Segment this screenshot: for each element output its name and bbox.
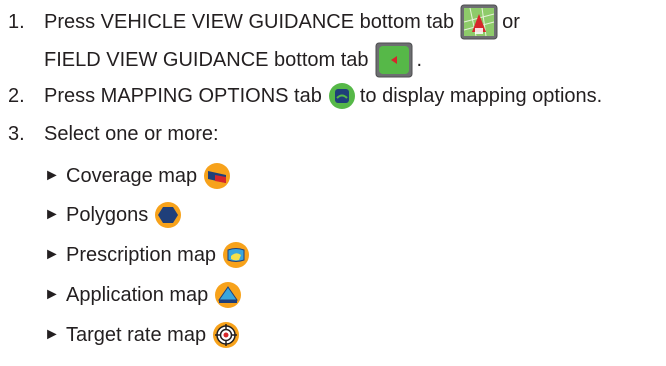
bullet-arrow: ►: [44, 326, 60, 343]
step-1: 1. Press VEHICLE VIEW GUIDANCE bottom ta…: [0, 4, 520, 40]
step-text-suffix: .: [416, 49, 423, 71]
field-view-guidance-tab-icon: [375, 42, 413, 78]
step-number: 1.: [8, 11, 25, 33]
target-rate-map-icon: [212, 321, 240, 349]
bullet-arrow: ►: [44, 286, 60, 303]
vehicle-view-guidance-tab-icon: [460, 4, 498, 40]
application-map-icon: [214, 281, 242, 309]
step-text: Press VEHICLE VIEW GUIDANCE bottom tab: [44, 11, 455, 33]
mapping-options-tab-icon: [328, 82, 356, 110]
step-1-continued: FIELD VIEW GUIDANCE bottom tab .: [44, 42, 422, 78]
option-target-rate-map: ► Target rate map: [44, 321, 244, 349]
option-label: Target rate map: [66, 324, 207, 346]
bullet-arrow: ►: [44, 246, 60, 263]
step-text: Press MAPPING OPTIONS tab: [44, 85, 322, 107]
step-3: 3. Select one or more:: [0, 122, 219, 146]
prescription-map-icon: [222, 241, 250, 269]
polygons-icon: [154, 201, 182, 229]
step-text: FIELD VIEW GUIDANCE bottom tab: [44, 49, 369, 71]
instruction-document: 1. Press VEHICLE VIEW GUIDANCE bottom ta…: [0, 0, 666, 366]
option-label: Coverage map: [66, 165, 198, 187]
step-2: 2. Press MAPPING OPTIONS tab to display …: [0, 82, 602, 110]
step-text: to display mapping options.: [359, 85, 603, 107]
option-label: Application map: [66, 284, 209, 306]
coverage-map-icon: [203, 162, 231, 190]
option-application-map: ► Application map: [44, 281, 246, 309]
bullet-arrow: ►: [44, 206, 60, 223]
bullet-arrow: ►: [44, 167, 60, 184]
option-label: Polygons: [66, 204, 149, 226]
option-coverage-map: ► Coverage map: [44, 162, 235, 190]
option-prescription-map: ► Prescription map: [44, 241, 254, 269]
option-label: Prescription map: [66, 244, 217, 266]
step-number: 3.: [8, 123, 25, 145]
step-text-suffix: or: [502, 11, 520, 33]
step-number: 2.: [8, 85, 25, 107]
option-polygons: ► Polygons: [44, 201, 186, 229]
step-text: Select one or more:: [44, 123, 219, 145]
